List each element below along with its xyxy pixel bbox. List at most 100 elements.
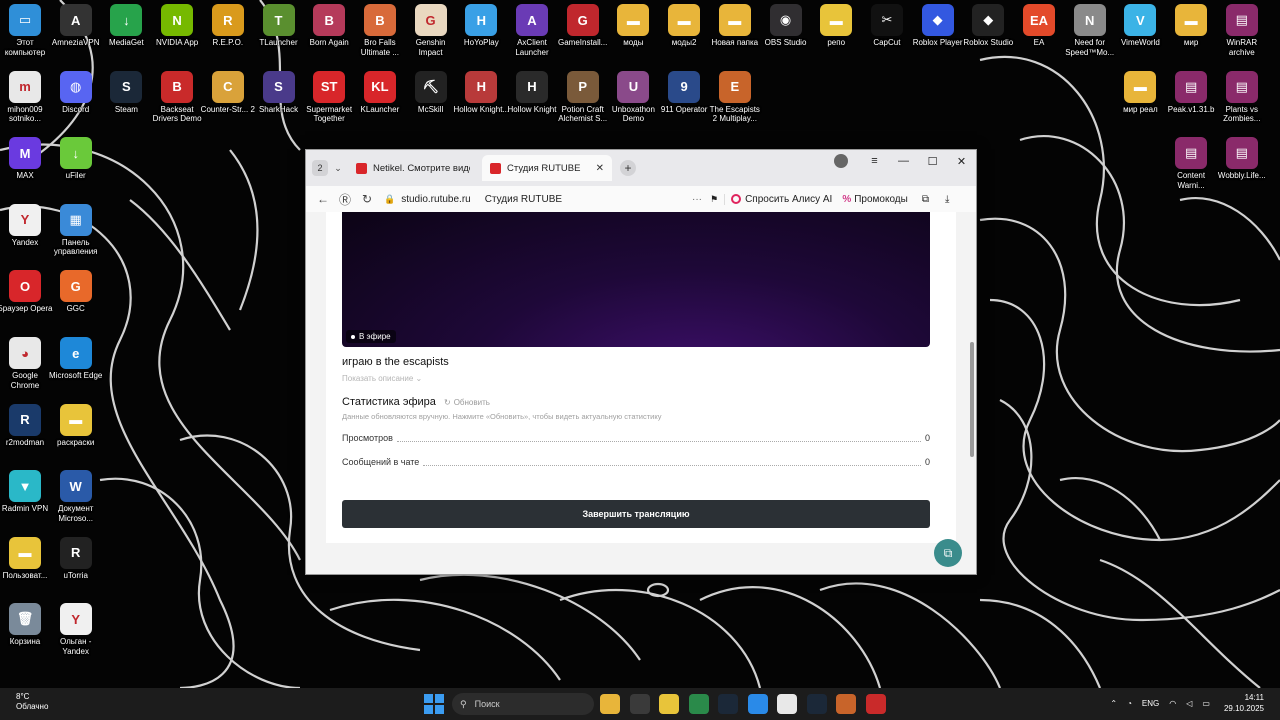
bookmark-icon[interactable]: ⚑ (710, 194, 718, 205)
desktop-icon[interactable]: ▤ Peak.v1.31.b (1166, 70, 1216, 137)
desktop-icon[interactable]: Y Ольган - Yandex (51, 603, 101, 669)
show-description-link[interactable]: Показать описание ⌄ (342, 374, 422, 383)
desktop-icon[interactable]: ▤ Plants vs Zombies... (1217, 70, 1267, 137)
chat-support-button[interactable]: ⧉ (934, 539, 962, 567)
desktop-icon[interactable]: ◆ Roblox Studio (963, 4, 1013, 70)
desktop-icon[interactable]: ST Supermarket Together (304, 70, 354, 137)
desktop-icon[interactable]: U Unboxathon Demo (608, 70, 658, 137)
start-button[interactable] (424, 694, 444, 714)
lang-indicator[interactable]: ENG (1142, 699, 1159, 708)
promo-button[interactable]: % Промокоды (842, 194, 908, 205)
desktop-icon[interactable]: G Genshin Impact (406, 4, 456, 70)
desktop-icon[interactable]: P Potion Craft Alchemist S... (558, 70, 608, 137)
desktop-icon[interactable]: ▬ мир (1166, 4, 1216, 70)
desktop-icon[interactable]: ↓ MediaGet (101, 4, 151, 70)
desktop-icon[interactable]: ▬ моды (608, 4, 658, 70)
desktop-icon[interactable]: ▤ Content Warni... (1166, 137, 1216, 203)
url-field[interactable]: 🔒 studio.rutube.ru Студия RUTUBE (384, 194, 684, 205)
maximize-button[interactable]: ☐ (918, 155, 947, 168)
desktop-icon[interactable]: E The Escapists 2 Multiplay... (710, 70, 760, 137)
taskbar-app-icon[interactable] (629, 694, 650, 714)
taskbar-app-icon[interactable] (600, 694, 620, 714)
minimize-button[interactable]: — (889, 155, 918, 167)
desktop-icon[interactable]: N Need for Speed™Mo... (1065, 4, 1115, 70)
desktop-icon[interactable]: ↓ uFiler (51, 137, 101, 203)
desktop-icon[interactable]: ◕ Google Chrome (0, 337, 50, 403)
taskbar-app-icon[interactable] (747, 694, 768, 714)
downloads-icon[interactable]: ⤓ (945, 194, 949, 205)
close-tab-icon[interactable]: ✕ (596, 163, 604, 174)
more-icon[interactable]: ··· (692, 194, 702, 205)
desktop-icon[interactable]: N NVIDIA App (152, 4, 202, 70)
desktop-icon[interactable]: ▬ Пользоват... (0, 536, 50, 603)
reader-icon[interactable]: Ⓡ (334, 191, 356, 208)
weather-widget[interactable]: 8°C Облачно (16, 692, 48, 712)
refresh-button[interactable]: ↻ Обновить (444, 398, 490, 407)
desktop-icon[interactable]: H HoYoPlay (456, 4, 506, 70)
desktop-icon[interactable]: A AxClient Launcher (507, 4, 557, 70)
taskbar-app-icon[interactable] (865, 694, 886, 714)
desktop-icon[interactable]: V VimeWorld (1115, 4, 1165, 70)
menu-icon[interactable]: ≡ (860, 155, 889, 167)
taskbar-app-icon[interactable] (688, 694, 709, 714)
desktop-icon[interactable]: ▭ Этот компьютер (0, 4, 50, 70)
wifi-icon[interactable]: ◠ (1169, 699, 1176, 708)
desktop-icon[interactable]: T TLauncher (254, 4, 304, 70)
new-tab-button[interactable]: + (620, 160, 636, 176)
desktop-icon[interactable]: 9 911 Operator (659, 70, 709, 137)
desktop-icon[interactable]: G GameInstall... (558, 4, 608, 70)
desktop-icon[interactable]: ▤ Wobbly.Life... (1217, 137, 1267, 203)
taskbar-app-icon[interactable] (777, 694, 797, 714)
extensions-icon[interactable]: ⧉ (922, 194, 929, 205)
desktop-icon[interactable]: G GGC (51, 270, 101, 336)
desktop-icon[interactable]: H Hollow Knight (507, 70, 557, 137)
battery-icon[interactable]: ▭ (1202, 699, 1210, 708)
desktop-icon[interactable]: A AmneziaVPN (51, 4, 101, 70)
stream-preview[interactable]: В эфире (342, 212, 930, 347)
tab-netikel[interactable]: Netikel. Смотрите видео... (348, 155, 478, 181)
desktop-icon[interactable]: B Born Again (304, 4, 354, 70)
desktop-icon[interactable]: Y Yandex (0, 203, 50, 270)
desktop-icon[interactable]: ◆ Roblox Player (913, 4, 963, 70)
taskbar-app-icon[interactable] (836, 694, 856, 714)
tab-count-button[interactable]: 2 (312, 160, 328, 176)
desktop-icon[interactable]: M MAX (0, 137, 50, 203)
ask-alice-button[interactable]: Спросить Алису AI (724, 193, 832, 205)
desktop-icon[interactable]: C Counter-Str... 2 (201, 70, 255, 137)
chevron-up-icon[interactable]: ⌃ (1110, 699, 1117, 708)
desktop-icon[interactable]: ▬ мир реал (1115, 70, 1165, 137)
clock[interactable]: 14:11 29.10.2025 (1224, 692, 1264, 714)
desktop-icon[interactable]: W Документ Microso... (51, 470, 101, 536)
scrollbar-thumb[interactable] (970, 342, 974, 457)
desktop-icon[interactable]: m mihon009 sotniko... (0, 70, 50, 137)
desktop-icon[interactable]: B Backseat Drivers Demo (152, 70, 202, 137)
desktop-icon[interactable]: ◉ OBS Studio (761, 4, 811, 70)
reload-icon[interactable]: ↻ (356, 192, 378, 206)
taskbar-app-icon[interactable] (806, 694, 827, 714)
page-scrollbar[interactable] (968, 212, 976, 574)
desktop-icon[interactable]: ▼ Radmin VPN (0, 470, 50, 536)
desktop-icon[interactable]: S Steam (101, 70, 151, 137)
tab-rutube-studio[interactable]: Студия RUTUBE ✕ (482, 155, 612, 181)
desktop-icon[interactable]: ✂ CapCut (862, 4, 912, 70)
desktop-icon[interactable]: R R.E.P.O. (203, 4, 253, 70)
desktop-icon[interactable]: e Microsoft Edge (49, 337, 102, 403)
desktop-icon[interactable]: KL KLauncher (355, 70, 405, 137)
desktop-icon[interactable]: EA EA (1014, 4, 1064, 70)
desktop-icon[interactable]: ⛏ McSkill (406, 70, 456, 137)
desktop-icon[interactable]: ▬ Новая папка (710, 4, 760, 70)
network-icon[interactable]: ◔ (1127, 699, 1132, 708)
taskbar-app-icon[interactable] (718, 694, 738, 714)
desktop-icon[interactable]: 🗑 Корзина (0, 603, 50, 669)
taskbar-app-icon[interactable] (659, 694, 679, 714)
chevron-down-icon[interactable]: ⌄ (328, 159, 348, 177)
desktop-icon[interactable]: ▤ WinRAR archive (1217, 4, 1267, 70)
desktop-icon[interactable]: B Bro Falls Ultimate ... (355, 4, 405, 70)
desktop-icon[interactable]: RuTorria (51, 536, 101, 603)
close-button[interactable]: ✕ (947, 155, 976, 168)
volume-icon[interactable]: ◁ (1186, 699, 1192, 708)
desktop-icon[interactable]: H Hollow Knight... (454, 70, 509, 137)
back-arrow-icon[interactable]: ← (312, 192, 334, 206)
desktop-icon[interactable]: ▬ моды2 (659, 4, 709, 70)
desktop-icon[interactable]: S SharkHack (254, 70, 304, 137)
